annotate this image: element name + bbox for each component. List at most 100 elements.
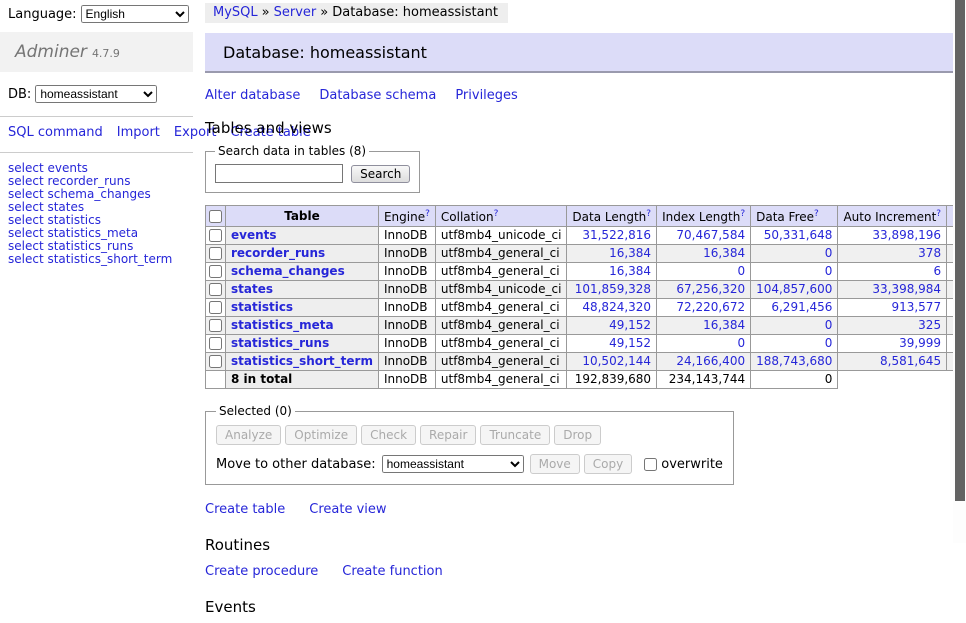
data-free-link[interactable]: 0 [825,318,833,332]
language-select[interactable]: English [81,5,189,23]
data-length-link[interactable]: 31,522,816 [582,228,651,242]
data-free-link[interactable]: 0 [825,336,833,350]
auto-increment-link[interactable]: 325 [918,318,941,332]
link-create-procedure[interactable]: Create procedure [205,564,318,579]
check-button[interactable]: Check [361,425,416,445]
index-length-link[interactable]: 70,467,584 [676,228,745,242]
table-link-statistics_runs[interactable]: statistics_runs [231,336,329,350]
drop-button[interactable]: Drop [554,425,601,445]
repair-button[interactable]: Repair [420,425,476,445]
row-checkbox-statistics_meta[interactable] [209,319,222,332]
scrollbar-thumb[interactable] [955,0,965,501]
search-input[interactable] [215,164,343,183]
analyze-button[interactable]: Analyze [216,425,281,445]
index-length-link[interactable]: 0 [737,264,745,278]
row-checkbox-statistics_short_term[interactable] [209,355,222,368]
link-create-view[interactable]: Create view [309,502,386,517]
auto-increment-cell: 33,898,196 [838,227,947,245]
data-free-link[interactable]: 104,857,600 [756,282,832,296]
help-icon[interactable]: ? [740,209,745,219]
sidebar-action-sql-command[interactable]: SQL command [8,125,103,140]
index-length-link[interactable]: 16,384 [703,246,745,260]
column-header-label: Index Length [662,210,740,224]
data-free-link[interactable]: 0 [825,246,833,260]
data-free-link[interactable]: 0 [825,264,833,278]
data-length-link[interactable]: 10,502,144 [582,354,651,368]
table-row: eventsInnoDButf8mb4_unicode_ci31,522,816… [206,227,966,245]
link-create-table[interactable]: Create table [205,502,285,517]
move-button[interactable]: Move [530,454,580,474]
table-link-recorder_runs[interactable]: recorder_runs [231,246,325,260]
row-checkbox-states[interactable] [209,283,222,296]
sidebar-action-import[interactable]: Import [117,125,160,140]
search-button[interactable]: Search [351,165,410,183]
column-header-label: Data Length [572,210,646,224]
data-free-cell: 104,857,600 [751,281,838,299]
index-length-link[interactable]: 72,220,672 [676,300,745,314]
table-link-statistics_meta[interactable]: statistics_meta [231,318,334,332]
table-link-events[interactable]: events [231,228,277,242]
row-checkbox-schema_changes[interactable] [209,265,222,278]
move-db-select[interactable]: homeassistant [382,455,524,473]
optimize-button[interactable]: Optimize [285,425,357,445]
index-length-link[interactable]: 24,166,400 [676,354,745,368]
auto-increment-link[interactable]: 913,577 [891,300,941,314]
table-row: statisticsInnoDButf8mb4_general_ci48,824… [206,299,966,317]
data-length-link[interactable]: 16,384 [609,264,651,278]
truncate-button[interactable]: Truncate [480,425,550,445]
help-icon[interactable]: ? [814,209,819,219]
auto-increment-cell: 8,581,645 [838,353,947,371]
help-icon[interactable]: ? [494,209,499,219]
data-free-link[interactable]: 6,291,456 [771,300,832,314]
data-length-cell: 10,502,144 [567,353,657,371]
data-length-link[interactable]: 49,152 [609,318,651,332]
data-length-cell: 31,522,816 [567,227,657,245]
row-checkbox-recorder_runs[interactable] [209,247,222,260]
table-link-states[interactable]: states [231,282,273,296]
link-database-schema[interactable]: Database schema [319,88,436,103]
link-create-function[interactable]: Create function [342,564,442,579]
column-header-label: Table [284,209,320,223]
index-length-link[interactable]: 0 [737,336,745,350]
table-link-statistics_short_term[interactable]: statistics_short_term [231,354,373,368]
breadcrumb-link-mysql[interactable]: MySQL [213,5,258,20]
events-heading: Events [205,598,966,616]
table-row: statistics_metaInnoDButf8mb4_general_ci4… [206,317,966,335]
link-alter-database[interactable]: Alter database [205,88,300,103]
auto-increment-link[interactable]: 39,999 [899,336,941,350]
overwrite-checkbox[interactable] [644,458,657,471]
auto-increment-link[interactable]: 33,898,196 [872,228,941,242]
select-all-checkbox[interactable] [209,210,222,223]
data-length-link[interactable]: 49,152 [609,336,651,350]
select-all-cell [206,206,226,227]
link-privileges[interactable]: Privileges [455,88,518,103]
help-icon[interactable]: ? [425,209,430,219]
index-length-link[interactable]: 16,384 [703,318,745,332]
table-link-schema_changes[interactable]: schema_changes [231,264,345,278]
vertical-scrollbar[interactable] [953,0,966,543]
db-select[interactable]: homeassistant [35,85,157,103]
help-icon[interactable]: ? [646,209,651,219]
row-checkbox-statistics[interactable] [209,301,222,314]
data-length-link[interactable]: 48,824,320 [582,300,651,314]
auto-increment-link[interactable]: 8,581,645 [880,354,941,368]
row-checkbox-statistics_runs[interactable] [209,337,222,350]
breadcrumb-link-server[interactable]: Server [274,5,317,20]
auto-increment-link[interactable]: 6 [933,264,941,278]
data-length-link[interactable]: 16,384 [609,246,651,260]
data-free-cell: 0 [751,335,838,353]
row-checkbox-events[interactable] [209,229,222,242]
auto-increment-link[interactable]: 378 [918,246,941,260]
row-checkbox-cell [206,335,226,353]
auto-increment-link[interactable]: 33,398,984 [872,282,941,296]
index-length-link[interactable]: 67,256,320 [676,282,745,296]
data-free-link[interactable]: 188,743,680 [756,354,832,368]
table-link-statistics[interactable]: statistics [231,300,293,314]
breadcrumb-separator: » [262,5,270,20]
data-length-link[interactable]: 101,859,328 [575,282,651,296]
help-icon[interactable]: ? [936,209,941,219]
index-length-cell: 67,256,320 [657,281,751,299]
copy-button[interactable]: Copy [584,454,632,474]
data-free-link[interactable]: 50,331,648 [764,228,833,242]
sidebar-select-statistics-short-term[interactable]: select statistics_short_term [8,253,185,266]
